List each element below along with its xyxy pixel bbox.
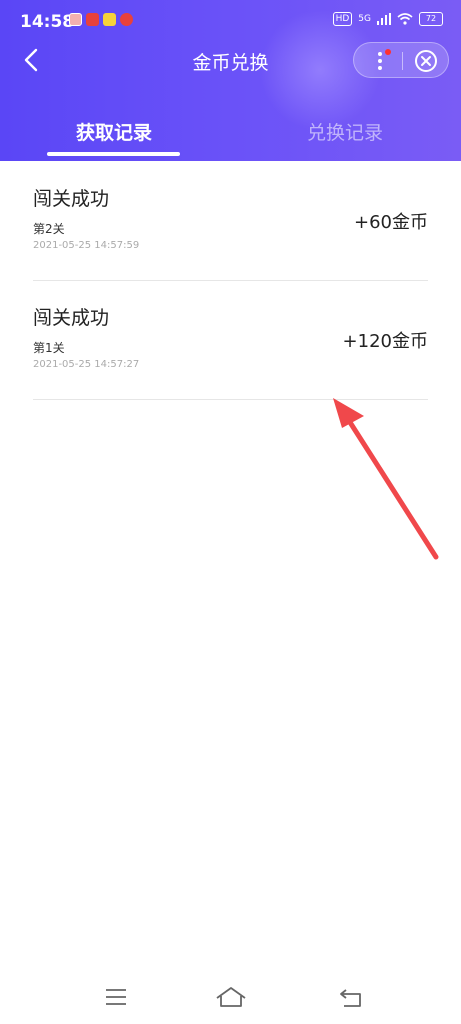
notification-icons	[69, 13, 133, 26]
app-notification-icon	[69, 13, 82, 26]
record-amount: +120金币	[342, 331, 428, 352]
mini-program-capsule	[353, 42, 449, 78]
menu-nav-icon	[106, 989, 126, 1005]
nav-home-button[interactable]	[214, 980, 248, 1016]
signal-icon	[377, 13, 391, 25]
nav-menu-button[interactable]	[104, 980, 130, 1016]
app-notification-icon	[86, 13, 99, 26]
record-time: 2021-05-25 14:57:59	[33, 240, 140, 251]
app-notification-icon	[103, 13, 116, 26]
tab-active-indicator	[47, 152, 180, 156]
battery-icon: 72	[419, 12, 443, 26]
list-item: 闯关成功 第1关 2021-05-25 14:57:27 +120金币	[33, 303, 428, 383]
wifi-icon	[397, 13, 413, 25]
annotation-arrow	[333, 398, 439, 560]
record-title: 闯关成功	[33, 307, 110, 329]
status-bar: 14:58 HD 5G 72	[0, 0, 461, 44]
back-nav-icon	[340, 989, 361, 1007]
list-item: 闯关成功 第2关 2021-05-25 14:57:59 +60金币	[33, 184, 428, 264]
record-time: 2021-05-25 14:57:27	[33, 359, 140, 370]
record-title: 闯关成功	[33, 188, 110, 210]
nav-back-button[interactable]	[338, 980, 366, 1016]
home-nav-icon	[216, 987, 246, 1007]
app-notification-icon	[120, 13, 133, 26]
record-amount: +60金币	[354, 212, 428, 233]
hd-badge: HD	[332, 12, 353, 26]
notification-dot	[385, 49, 391, 55]
network-label: 5G	[358, 14, 371, 24]
record-level: 第2关	[33, 222, 65, 236]
tab-earn-records[interactable]: 获取记录	[76, 118, 152, 145]
tab-exchange-records[interactable]: 兑换记录	[307, 118, 383, 145]
record-level: 第1关	[33, 341, 65, 355]
status-time: 14:58	[20, 12, 75, 32]
close-icon[interactable]	[414, 49, 438, 73]
capsule-divider	[402, 52, 403, 70]
list-divider	[33, 280, 428, 281]
system-icons: HD 5G 72	[332, 12, 443, 26]
